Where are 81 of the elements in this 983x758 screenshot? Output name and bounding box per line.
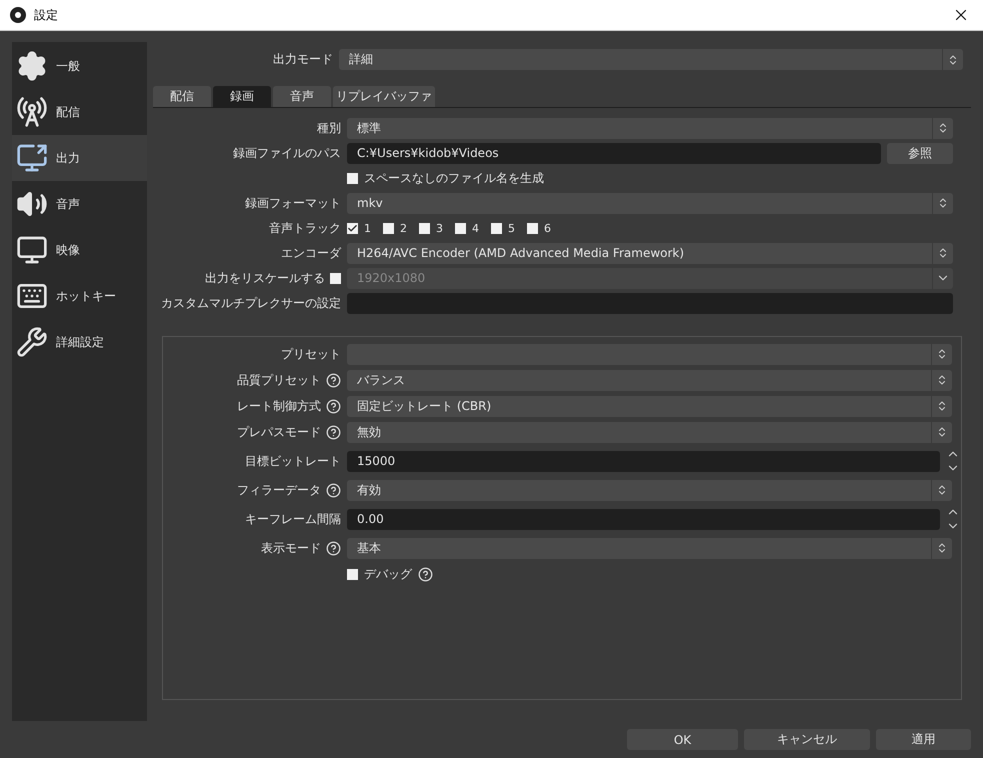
tab[interactable]: 録画 bbox=[213, 86, 271, 107]
field-label: 品質プリセット bbox=[237, 372, 321, 388]
field-label: 録画ファイルのパス bbox=[233, 144, 341, 162]
field-label: フィラーデータ bbox=[237, 482, 321, 498]
checkbox[interactable] bbox=[491, 222, 502, 234]
sidebar-item[interactable]: 映像 bbox=[12, 227, 147, 273]
sidebar-item[interactable]: 配信 bbox=[12, 89, 147, 135]
text-field[interactable] bbox=[347, 292, 953, 314]
dropdown-arrow-icon bbox=[936, 484, 948, 496]
dropdown-arrow-icon bbox=[936, 542, 948, 554]
dropdown[interactable]: H264/AVC Encoder (AMD Advanced Media Framework) bbox=[347, 242, 953, 264]
dropdown-arrow-icon bbox=[936, 348, 948, 360]
field-label: プリセット bbox=[281, 346, 341, 362]
sidebar-item[interactable]: ホットキー bbox=[12, 273, 147, 319]
help-icon[interactable] bbox=[326, 424, 341, 440]
monitor-icon bbox=[16, 234, 48, 266]
field-label: カスタムマルチプレクサーの設定 bbox=[161, 294, 341, 312]
checkbox[interactable] bbox=[347, 222, 358, 234]
help-icon[interactable] bbox=[326, 482, 341, 498]
checkbox[interactable] bbox=[419, 222, 430, 234]
field-label: レート制御方式 bbox=[237, 398, 321, 414]
checkbox-label[interactable]: 5 bbox=[508, 222, 515, 234]
checkbox-label[interactable]: 4 bbox=[472, 222, 479, 234]
dropdown[interactable]: 詳細 bbox=[339, 49, 963, 70]
checkbox-label[interactable]: 3 bbox=[436, 222, 443, 234]
dropdown[interactable]: 標準 bbox=[347, 118, 953, 138]
dropdown[interactable]: バランス bbox=[347, 370, 952, 390]
dropdown-arrow-icon bbox=[937, 122, 949, 134]
dropdown-arrow-icon bbox=[937, 247, 949, 259]
app-logo-icon bbox=[10, 7, 26, 23]
field-label: 種別 bbox=[317, 120, 341, 136]
window-title: 設定 bbox=[34, 6, 59, 24]
tab[interactable]: 音声 bbox=[273, 86, 331, 107]
dialog-button[interactable]: OK bbox=[627, 729, 738, 750]
path-field[interactable]: C:¥Users¥kidob¥Videos bbox=[347, 142, 881, 164]
checkbox[interactable] bbox=[527, 222, 538, 234]
field-label: 音声トラック bbox=[269, 220, 341, 236]
field-label: 表示モード bbox=[261, 540, 321, 556]
tab[interactable]: リプレイバッファ bbox=[333, 86, 435, 107]
checkbox-label[interactable]: デバッグ bbox=[364, 566, 412, 582]
field-label: 出力モード bbox=[272, 51, 333, 68]
number-field[interactable]: 15000 bbox=[347, 450, 940, 472]
help-icon[interactable] bbox=[326, 398, 341, 414]
wrench-icon bbox=[16, 326, 48, 358]
dropdown[interactable]: 基本 bbox=[347, 538, 952, 558]
field-label: 出力をリスケールする bbox=[205, 270, 325, 286]
checkbox[interactable] bbox=[347, 172, 358, 184]
sidebar-item[interactable]: 音声 bbox=[12, 181, 147, 227]
dropdown-arrow-icon bbox=[947, 54, 959, 66]
dialog-button[interactable]: キャンセル bbox=[744, 729, 870, 750]
browse-button[interactable]: 参照 bbox=[887, 142, 953, 164]
checkbox-label[interactable]: 6 bbox=[544, 222, 551, 234]
antenna-icon bbox=[16, 96, 48, 128]
checkbox[interactable] bbox=[347, 568, 358, 580]
field-label: キーフレーム間隔 bbox=[245, 510, 341, 528]
number-field[interactable]: 0.00 bbox=[347, 508, 940, 530]
field-label: 目標ビットレート bbox=[245, 452, 341, 470]
help-icon[interactable] bbox=[326, 540, 341, 556]
tab[interactable]: 配信 bbox=[153, 86, 211, 107]
sidebar-item[interactable]: 一般 bbox=[12, 43, 147, 89]
dropdown-arrow-icon bbox=[936, 426, 948, 438]
checkbox-label[interactable]: スペースなしのファイル名を生成 bbox=[364, 170, 544, 186]
dropdown[interactable]: 有効 bbox=[347, 480, 952, 500]
help-icon[interactable] bbox=[418, 566, 433, 582]
checkbox-label[interactable]: 2 bbox=[400, 222, 407, 234]
checkbox[interactable] bbox=[455, 222, 466, 234]
dropdown[interactable]: mkv bbox=[347, 192, 953, 214]
help-icon[interactable] bbox=[326, 372, 341, 388]
dropdown-arrow-icon bbox=[936, 374, 948, 386]
checkbox[interactable] bbox=[383, 222, 394, 234]
checkbox-label[interactable]: 1 bbox=[364, 222, 371, 234]
sidebar-item[interactable]: 出力 bbox=[12, 135, 147, 181]
dropdown-arrow-icon bbox=[937, 197, 949, 209]
sidebar-item[interactable]: 詳細設定 bbox=[12, 319, 147, 365]
dropdown-arrow-icon bbox=[936, 400, 948, 412]
field-label: 録画フォーマット bbox=[245, 194, 341, 212]
dropdown[interactable]: 固定ビットレート (CBR) bbox=[347, 396, 952, 416]
field-label: プレパスモード bbox=[237, 424, 321, 440]
field-label: エンコーダ bbox=[281, 244, 341, 262]
dialog-button[interactable]: 適用 bbox=[876, 729, 971, 750]
dropdown[interactable]: 無効 bbox=[347, 422, 952, 442]
